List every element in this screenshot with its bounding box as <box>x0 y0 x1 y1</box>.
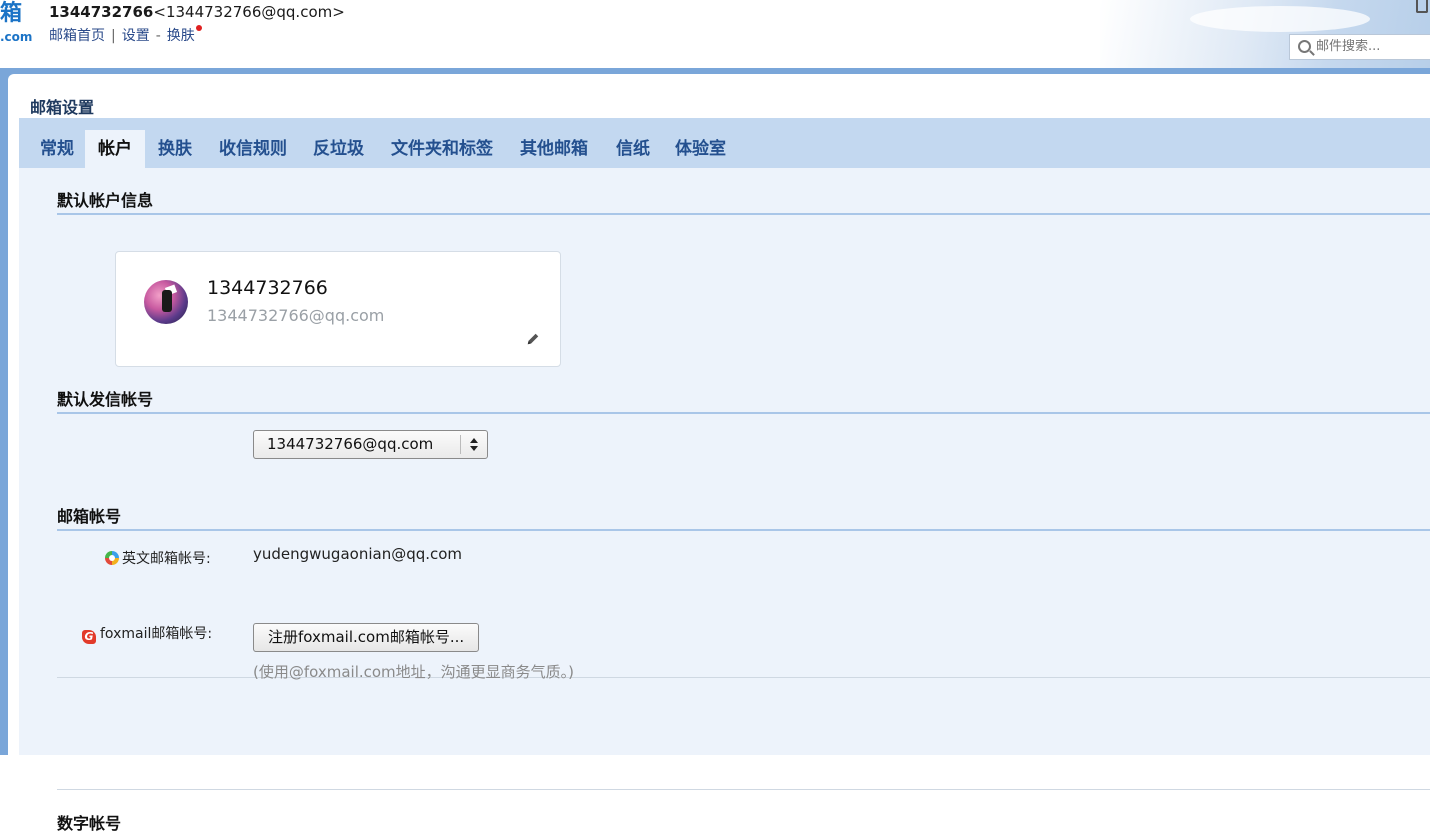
foxmail-account-label: Gfoxmail邮箱帐号: <box>82 623 212 644</box>
avatar[interactable] <box>144 280 188 324</box>
edit-pencil-icon[interactable] <box>526 332 540 346</box>
account-card: 1344732766 1344732766@qq.com <box>115 251 561 367</box>
tab-skin[interactable]: 换肤 <box>145 130 205 168</box>
mailbox-home-link[interactable]: 邮箱首页 <box>49 28 105 44</box>
english-account-value: yudengwugaonian@qq.com <box>253 545 463 563</box>
logo-domain[interactable]: .com <box>0 30 32 44</box>
tab-general[interactable]: 常规 <box>27 130 87 168</box>
tab-other-mailboxes[interactable]: 其他邮箱 <box>507 130 601 168</box>
change-skin-link[interactable]: 换肤 <box>167 28 195 44</box>
new-badge-dot <box>195 25 202 31</box>
phone-icon[interactable] <box>1416 0 1428 13</box>
tab-labs[interactable]: 体验室 <box>662 130 739 168</box>
tab-folders-labels[interactable]: 文件夹和标签 <box>378 130 506 168</box>
mail-search-input[interactable] <box>1316 39 1426 54</box>
tab-receive-rules[interactable]: 收信规则 <box>206 130 300 168</box>
foxmail-logo-icon: G <box>82 630 96 644</box>
user-id: 1344732766 <box>49 3 154 21</box>
settings-panel: 邮箱设置 常规 帐户 换肤 收信规则 反垃圾 文件夹和标签 其他邮箱 信纸 体验… <box>8 74 1430 833</box>
settings-link[interactable]: 设置 <box>122 28 150 44</box>
tab-account[interactable]: 帐户 <box>85 130 145 168</box>
tab-anti-spam[interactable]: 反垃圾 <box>300 130 377 168</box>
account-email: 1344732766@qq.com <box>207 306 385 325</box>
account-settings-content: 默认帐户信息 1344732766 1344732766@qq.com 默认发信… <box>19 168 1430 833</box>
section-mail-accounts: 邮箱帐号 <box>57 503 1430 531</box>
section-default-account: 默认帐户信息 <box>57 187 1430 215</box>
register-foxmail-button[interactable]: 注册foxmail.com邮箱帐号... <box>253 623 480 652</box>
section-default-sender: 默认发信帐号 <box>57 386 1430 414</box>
main-frame: 邮箱设置 常规 帐户 换肤 收信规则 反垃圾 文件夹和标签 其他邮箱 信纸 体验… <box>0 68 1430 833</box>
qq-logo-icon <box>105 551 119 565</box>
tab-stationery[interactable]: 信纸 <box>603 130 663 168</box>
page-title: 邮箱设置 <box>30 98 95 117</box>
top-header: 箱 .com 1344732766<1344732766@qq.com> 邮箱首… <box>0 0 1430 68</box>
foxmail-hint: (使用@foxmail.com地址，沟通更显商务气质。) <box>253 663 575 681</box>
header-nav: 邮箱首页 | 设置 - 换肤 <box>49 25 202 45</box>
logo[interactable]: 箱 <box>0 1 22 27</box>
divider <box>57 789 1430 790</box>
english-account-label: 英文邮箱帐号: <box>105 548 211 568</box>
mail-search-box[interactable] <box>1289 34 1430 60</box>
section-digital-account: 数字帐号 <box>57 814 122 833</box>
user-identity: 1344732766<1344732766@qq.com> <box>49 3 345 21</box>
account-name: 1344732766 <box>207 277 328 299</box>
select-arrows-icon <box>460 435 487 454</box>
search-icon[interactable] <box>1298 40 1311 53</box>
settings-tabs: 常规 帐户 换肤 收信规则 反垃圾 文件夹和标签 其他邮箱 信纸 体验室 <box>19 118 1430 168</box>
default-sender-value: 1344732766@qq.com <box>267 435 434 453</box>
user-email: 1344732766@qq.com <box>165 3 333 21</box>
default-sender-select[interactable]: 1344732766@qq.com <box>253 430 488 459</box>
